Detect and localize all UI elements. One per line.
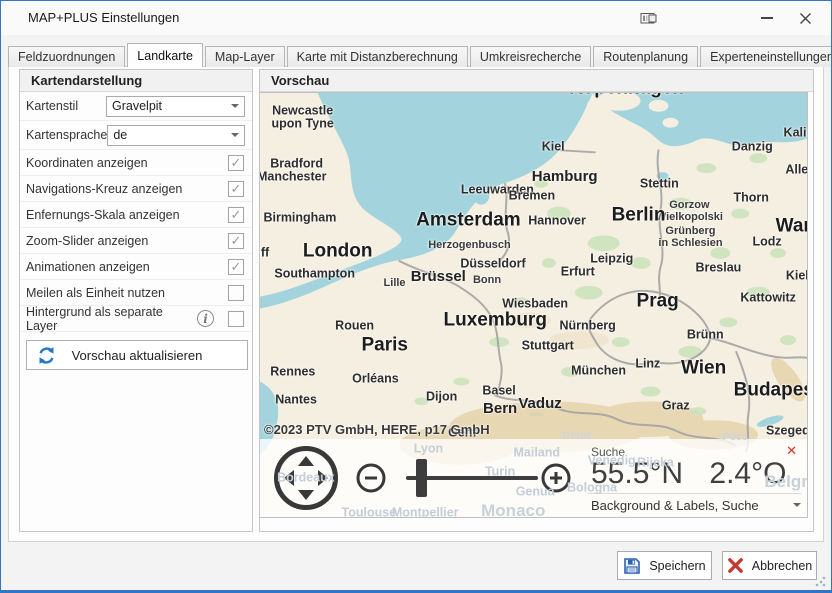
setting-label: Navigations-Kreuz anzeigen [26, 182, 228, 196]
tab-map-layer[interactable]: Map-Layer [205, 46, 285, 67]
setting-label: Enfernungs-Skala anzeigen [26, 208, 228, 222]
panel-header-kartendarstellung: Kartendarstellung [20, 70, 252, 92]
tab-bar: FeldzuordnungenLandkarteMap-LayerKarte m… [8, 45, 824, 67]
setting-row-animationen-anzeigen: Animationen anzeigen [20, 254, 252, 280]
title-bar[interactable]: MAP+PLUS Einstellungen [1, 1, 831, 35]
enfernungs-skala-anzeigen-checkbox[interactable] [228, 207, 244, 223]
setting-label: Kartensprache [26, 128, 107, 142]
zoom-out-button[interactable] [356, 463, 386, 493]
setting-label: Kartenstil [26, 99, 106, 113]
panel-header-vorschau: Vorschau [260, 70, 813, 92]
zoom-slider-anzeigen-checkbox[interactable] [228, 233, 244, 249]
map-controls-overlay: Suche ✕ 55.5°N 2.4°O Background & Labels… [260, 439, 807, 517]
pan-cross-control[interactable] [273, 445, 339, 511]
meilen-als-einheit-nutzen-checkbox[interactable] [228, 285, 244, 301]
kartendarstellung-panel: Kartendarstellung KartenstilGravelpitKar… [19, 69, 253, 532]
layers-dropdown[interactable]: Background & Labels, Suche [588, 493, 801, 516]
setting-label: Zoom-Slider anzeigen [26, 234, 228, 248]
map-copyright: ©2023 PTV GmbH, HERE, p17 GmbH [264, 422, 490, 437]
setting-label: Koordinaten anzeigen [26, 156, 228, 170]
tab-routenplanung[interactable]: Routenplanung [593, 46, 698, 67]
chevron-down-icon [231, 133, 239, 137]
vorschau-panel: Vorschau [259, 69, 814, 532]
tab-page-landkarte: Kartendarstellung KartenstilGravelpitKar… [8, 66, 824, 542]
latitude-value: 55.5°N [591, 457, 683, 490]
refresh-preview-label: Vorschau aktualisieren [27, 348, 247, 363]
window-title: MAP+PLUS Einstellungen [28, 10, 179, 25]
setting-row-koordinaten-anzeigen: Koordinaten anzeigen [20, 150, 252, 176]
cancel-button-label: Abbrechen [752, 559, 812, 573]
pan-down-icon [298, 490, 314, 500]
resize-grip[interactable] [815, 576, 826, 587]
docking-icon[interactable] [635, 6, 663, 30]
navigations-kreuz-anzeigen-checkbox[interactable] [228, 181, 244, 197]
setting-row-zoom-slider-anzeigen: Zoom-Slider anzeigen [20, 228, 252, 254]
map-preview[interactable]: KopenhagenNewcastle upon TyneKielDanzigK… [260, 92, 808, 518]
hintergrund-als-separate-layer-checkbox[interactable] [228, 311, 244, 327]
search-close-icon[interactable]: ✕ [786, 443, 797, 459]
setting-label: Hintergrund als separate Layer [26, 305, 197, 333]
save-button-label: Speichern [649, 559, 705, 573]
minimize-button[interactable] [753, 6, 781, 30]
checkbox-rows: Koordinaten anzeigen Navigations-Kreuz an… [20, 150, 252, 332]
koordinaten-anzeigen-checkbox[interactable] [228, 155, 244, 171]
coordinates-display: 55.5°N 2.4°O [582, 457, 767, 491]
zoom-slider-handle[interactable] [416, 459, 427, 497]
docking-icon-glyph [640, 12, 658, 25]
info-icon[interactable]: i [197, 310, 214, 327]
minimize-icon [761, 17, 773, 19]
save-button[interactable]: Speichern [617, 551, 712, 580]
tab-landkarte[interactable]: Landkarte [127, 43, 203, 67]
setting-row-navigations-kreuz-anzeigen: Navigations-Kreuz anzeigen [20, 176, 252, 202]
refresh-preview-button[interactable]: Vorschau aktualisieren [26, 340, 248, 370]
setting-row-kartensprache: Kartensprache de [20, 121, 252, 150]
setting-row-kartenstil: Kartenstil Gravelpit [20, 92, 252, 121]
chevron-down-icon [231, 104, 239, 108]
animationen-anzeigen-checkbox[interactable] [228, 259, 244, 275]
tab-feldzuordnungen[interactable]: Feldzuordnungen [8, 46, 125, 67]
pan-up-icon [298, 456, 314, 466]
setting-label: Animationen anzeigen [26, 260, 228, 274]
longitude-value: 2.4°O [709, 457, 786, 490]
layers-dropdown-value: Background & Labels, Suche [588, 498, 793, 513]
dropdown-value: de [113, 128, 231, 142]
pan-left-icon [284, 470, 294, 486]
tab-karte-mit-distanzberechnung[interactable]: Karte mit Distanzberechnung [287, 46, 468, 67]
setting-label: Meilen als Einheit nutzen [26, 286, 228, 300]
pan-right-icon [318, 470, 328, 486]
close-icon [799, 12, 812, 25]
settings-dialog: MAP+PLUS Einstellungen FeldzuordnungenLa… [0, 0, 832, 593]
tab-experteneinstellungen[interactable]: Experteneinstellungen [700, 46, 832, 67]
dropdown-value: Gravelpit [112, 99, 231, 113]
chevron-down-icon [793, 503, 801, 507]
setting-row-hintergrund-als-separate-layer: Hintergrund als separate Layeri [20, 306, 252, 332]
tab-umkreisrecherche[interactable]: Umkreisrecherche [470, 46, 591, 67]
setting-row-enfernungs-skala-anzeigen: Enfernungs-Skala anzeigen [20, 202, 252, 228]
search-widget: Suche ✕ 55.5°N 2.4°O Background & Labels… [582, 439, 807, 517]
cancel-button[interactable]: Abbrechen [722, 551, 817, 580]
dropdown-rows: Kartenstil Gravelpit Kartensprache de [20, 92, 252, 150]
cancel-x-icon [727, 557, 744, 574]
setting-row-meilen-als-einheit-nutzen: Meilen als Einheit nutzen [20, 280, 252, 306]
zoom-in-button[interactable] [541, 463, 571, 493]
refresh-icon [37, 346, 56, 365]
kartensprache-dropdown[interactable]: de [107, 125, 245, 146]
save-icon [623, 557, 641, 575]
close-button[interactable] [791, 6, 819, 30]
kartenstil-dropdown[interactable]: Gravelpit [106, 96, 245, 117]
